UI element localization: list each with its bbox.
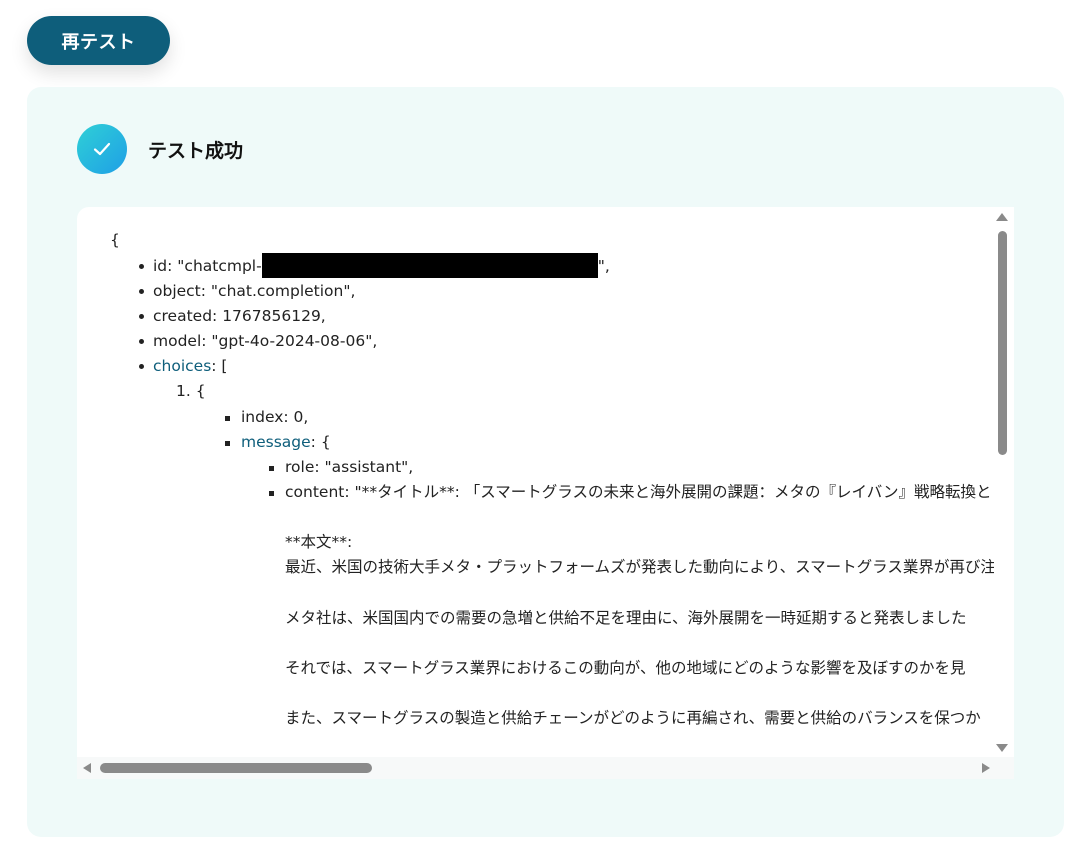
json-id-suffix: ", bbox=[597, 257, 610, 275]
scroll-left-arrow-icon[interactable] bbox=[83, 763, 91, 773]
test-status: テスト成功 bbox=[77, 124, 243, 174]
json-content: { id: "chatcmpl- ", object: "chat.complet… bbox=[77, 207, 994, 757]
json-field-id: id: "chatcmpl- ", bbox=[139, 253, 610, 279]
json-field-object: object: "chat.completion", bbox=[138, 279, 355, 304]
json-field-index: index: 0, bbox=[224, 405, 308, 430]
vertical-scroll-thumb[interactable] bbox=[998, 231, 1007, 455]
choices-open: : [ bbox=[211, 357, 228, 375]
retest-button[interactable]: 再テスト bbox=[27, 16, 170, 65]
json-field-choices: choices: [ bbox=[138, 354, 228, 379]
status-text: テスト成功 bbox=[148, 139, 244, 162]
content-paragraph-1: 最近、米国の技術大手メタ・プラットフォームズが発表した動向により、スマートグラス… bbox=[285, 558, 994, 576]
json-field-created: created: 1767856129, bbox=[139, 304, 326, 329]
vertical-scrollbar[interactable] bbox=[994, 207, 1014, 757]
json-open-brace: { bbox=[110, 231, 120, 249]
redacted-block bbox=[261, 253, 598, 278]
content-paragraph-2: メタ社は、米国国内での需要の急増と供給不足を理由に、海外展開を一時延期すると発表… bbox=[285, 609, 967, 627]
scroll-up-arrow-icon[interactable] bbox=[996, 213, 1008, 221]
scroll-down-arrow-icon[interactable] bbox=[996, 744, 1008, 752]
scroll-right-arrow-icon[interactable] bbox=[982, 763, 990, 773]
test-result-panel: テスト成功 { id: "chatcmpl- ", object: "chat.c… bbox=[27, 87, 1064, 837]
horizontal-scroll-thumb[interactable] bbox=[100, 763, 372, 773]
content-paragraph-4: また、スマートグラスの製造と供給チェーンがどのように再編され、需要と供給のバラン… bbox=[285, 709, 981, 727]
success-check-icon bbox=[77, 124, 127, 174]
json-field-content: content: "**タイトル**: 「スマートグラスの未来と海外展開の課題：… bbox=[268, 480, 991, 505]
json-field-message: message: { bbox=[225, 430, 331, 455]
message-open: : { bbox=[310, 433, 331, 451]
json-field-role: role: "assistant", bbox=[268, 455, 413, 480]
content-paragraph-3: それでは、スマートグラス業界におけるこの動向が、他の地域にどのような影響を及ぼす… bbox=[285, 659, 966, 677]
horizontal-scrollbar[interactable] bbox=[77, 757, 1014, 779]
json-field-model: model: "gpt-4o-2024-08-06", bbox=[138, 329, 377, 354]
content-body-heading: **本文**: bbox=[285, 533, 353, 551]
json-output-viewer[interactable]: { id: "chatcmpl- ", object: "chat.complet… bbox=[77, 207, 1014, 779]
json-id-prefix: id: "chatcmpl- bbox=[153, 257, 262, 275]
choices-item-1: 1. { bbox=[176, 382, 206, 400]
message-key-link[interactable]: message bbox=[241, 433, 311, 451]
choices-key-link[interactable]: choices bbox=[153, 357, 211, 375]
